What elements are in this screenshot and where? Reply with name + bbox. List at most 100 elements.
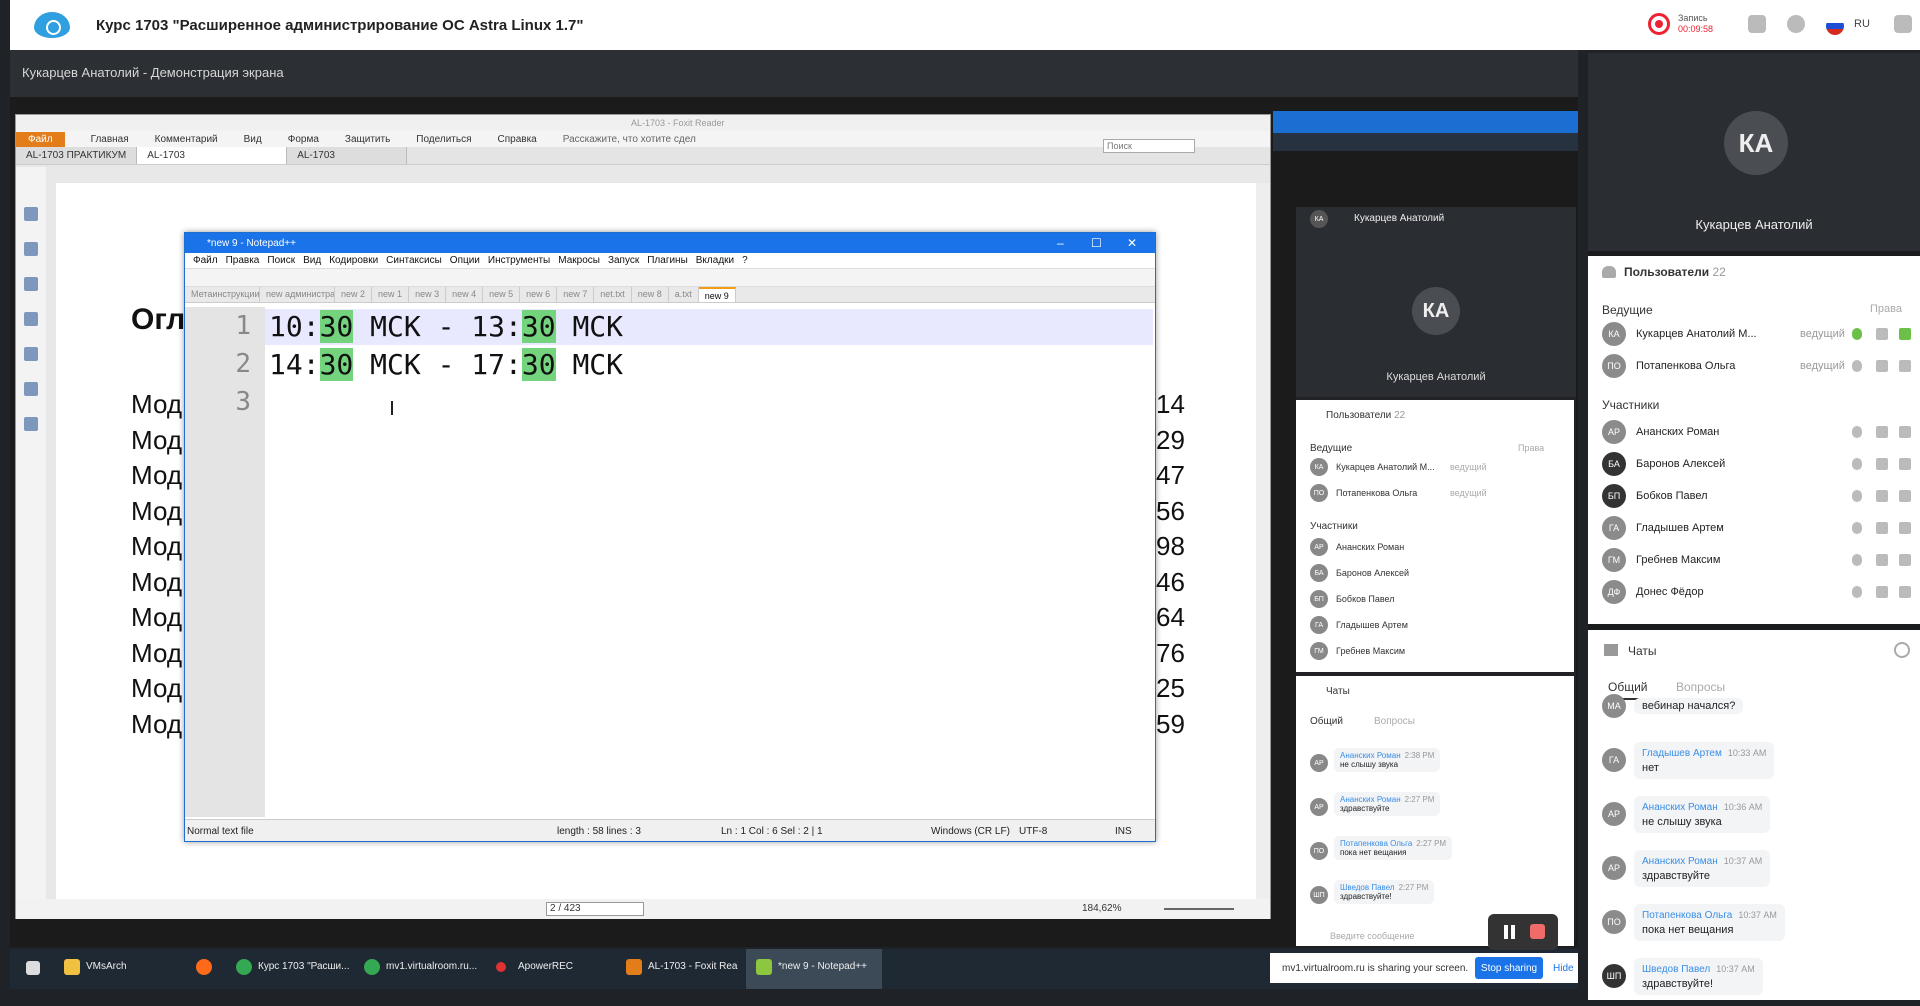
notepad-menu-item[interactable]: Запуск xyxy=(608,255,639,266)
user-row[interactable]: ГА Гладышев Артем xyxy=(1310,616,1560,634)
microphone-icon[interactable] xyxy=(1852,328,1862,340)
foxit-tab-practicum[interactable]: AL-1703 ПРАКТИКУМ xyxy=(16,147,138,164)
foxit-menu-home[interactable]: Главная xyxy=(91,134,129,145)
notepad-tab[interactable]: net.txt xyxy=(594,287,632,302)
notepad-tab[interactable]: new 5 xyxy=(483,287,521,302)
foxit-tell-me[interactable]: Расскажите, что хотите сдел xyxy=(563,134,696,145)
task-apowerrec[interactable]: ApowerREC xyxy=(518,961,573,972)
screen-icon[interactable] xyxy=(1899,522,1911,534)
notepad-menu-item[interactable]: Синтаксисы xyxy=(386,255,442,266)
microphone-icon[interactable] xyxy=(1852,490,1862,502)
code-line[interactable]: 10:30 МСК - 13:30 МСК xyxy=(269,309,623,345)
task-vmsarch[interactable]: VMsArch xyxy=(86,961,127,972)
task-notepad[interactable]: *new 9 - Notepad++ xyxy=(778,961,867,972)
notepad-tab[interactable]: new 2 xyxy=(335,287,373,302)
code-line[interactable]: 14:30 МСК - 17:30 МСК xyxy=(269,347,623,383)
notepad-tab[interactable]: new 4 xyxy=(446,287,484,302)
user-row[interactable]: ГА Гладышев Артем xyxy=(1602,516,1911,540)
microphone-icon[interactable] xyxy=(1852,426,1862,438)
user-row[interactable]: БА Баронов Алексей xyxy=(1310,564,1560,582)
mid-chat-tab-general[interactable]: Общий xyxy=(1310,716,1343,727)
user-row[interactable]: БП Бобков Павел xyxy=(1602,484,1911,508)
camera-icon[interactable] xyxy=(1876,586,1888,598)
zoom-slider[interactable] xyxy=(1164,908,1234,910)
camera-icon[interactable] xyxy=(1876,426,1888,438)
notepad-menu-item[interactable]: Инструменты xyxy=(488,255,550,266)
notepad-tab[interactable]: new 8 xyxy=(632,287,669,302)
layers-icon[interactable] xyxy=(24,277,38,291)
mid-chat-tab-questions[interactable]: Вопросы xyxy=(1374,716,1415,727)
notepad-icon[interactable] xyxy=(756,959,772,975)
foxit-scrollbar[interactable] xyxy=(1256,183,1270,899)
user-row[interactable]: КА Кукарцев Анатолий М... ведущий xyxy=(1602,322,1911,346)
chrome-icon[interactable] xyxy=(364,959,380,975)
camera-icon[interactable] xyxy=(1876,458,1888,470)
user-row[interactable]: АР Ананских Роман xyxy=(1310,538,1560,556)
notepad-tab[interactable]: new 6 xyxy=(520,287,558,302)
screen-icon[interactable] xyxy=(1899,328,1911,340)
task-foxit[interactable]: AL-1703 - Foxit Rea xyxy=(648,961,738,972)
record-app-icon[interactable] xyxy=(496,962,506,972)
foxit-icon[interactable] xyxy=(626,959,642,975)
user-row[interactable]: ГМ Гребнев Максим xyxy=(1310,642,1560,660)
notepad-tab[interactable]: new 1 xyxy=(372,287,410,302)
foxit-menu-help[interactable]: Справка xyxy=(498,134,537,145)
user-row[interactable]: ПО Потапенкова Ольга ведущий xyxy=(1310,484,1560,502)
notepad-menu-item[interactable]: Вкладки xyxy=(696,255,734,266)
screen-icon[interactable] xyxy=(1899,426,1911,438)
foxit-menu-comment[interactable]: Комментарий xyxy=(155,134,218,145)
maximize-icon[interactable]: ☐ xyxy=(1091,236,1102,250)
notepad-tab[interactable]: new администрации.txt xyxy=(260,287,335,302)
lock-icon[interactable] xyxy=(24,382,38,396)
pages-icon[interactable] xyxy=(24,242,38,256)
notepad-menu-item[interactable]: Опции xyxy=(450,255,480,266)
microphone-icon[interactable] xyxy=(1852,458,1862,470)
user-row[interactable]: БП Бобков Павел xyxy=(1310,590,1560,608)
camera-icon[interactable] xyxy=(1876,490,1888,502)
minimize-icon[interactable]: – xyxy=(1057,236,1064,250)
camera-icon[interactable] xyxy=(1876,554,1888,566)
microphone-icon[interactable] xyxy=(1852,522,1862,534)
info-icon[interactable] xyxy=(1787,15,1805,33)
foxit-menu-view[interactable]: Вид xyxy=(244,134,262,145)
notepad-menu-item[interactable]: ? xyxy=(742,255,748,266)
signature-icon[interactable] xyxy=(24,417,38,431)
comments-icon[interactable] xyxy=(24,312,38,326)
notepad-menu-item[interactable]: Макросы xyxy=(558,255,600,266)
foxit-menu-protect[interactable]: Защитить xyxy=(345,134,390,145)
notepad-tab[interactable]: a.txt xyxy=(669,287,699,302)
folder-icon[interactable] xyxy=(1748,15,1766,33)
screen-icon[interactable] xyxy=(1899,554,1911,566)
notepad-menu-item[interactable]: Кодировки xyxy=(329,255,378,266)
editor[interactable]: 1 10:30 МСК - 13:30 МСК 2 14:30 МСК - 17:30… xyxy=(185,307,1155,817)
microphone-icon[interactable] xyxy=(1852,554,1862,566)
user-row[interactable]: АР Ананских Роман xyxy=(1602,420,1911,444)
zoom-level[interactable]: 184,62% xyxy=(1082,903,1121,914)
page-number-input[interactable]: 2 / 423 xyxy=(546,902,644,916)
notepad-menu-item[interactable]: Плагины xyxy=(647,255,688,266)
foxit-search-input[interactable] xyxy=(1103,139,1195,153)
firefox-icon[interactable] xyxy=(196,959,212,975)
folder-icon[interactable] xyxy=(64,959,80,975)
screen-icon[interactable] xyxy=(1899,586,1911,598)
language-flag-icon[interactable] xyxy=(1826,17,1844,35)
microphone-icon[interactable] xyxy=(1852,586,1862,598)
microphone-icon[interactable] xyxy=(1852,360,1862,372)
user-row[interactable]: ПО Потапенкова Ольга ведущий xyxy=(1602,354,1911,378)
foxit-menu-form[interactable]: Форма xyxy=(288,134,319,145)
settings-icon[interactable] xyxy=(1894,642,1910,658)
foxit-menu-file[interactable]: Файл xyxy=(16,131,65,147)
camera-icon[interactable] xyxy=(1876,360,1888,372)
screen-icon[interactable] xyxy=(1899,360,1911,372)
notepad-tab[interactable]: new 9 xyxy=(698,287,736,302)
notepad-menu-item[interactable]: Вид xyxy=(303,255,321,266)
foxit-menu-share[interactable]: Поделиться xyxy=(416,134,471,145)
exit-icon[interactable] xyxy=(1894,15,1912,33)
camera-icon[interactable] xyxy=(1876,522,1888,534)
notepad-tab[interactable]: new 3 xyxy=(409,287,447,302)
attachment-icon[interactable] xyxy=(24,347,38,361)
notepad-menu-item[interactable]: Поиск xyxy=(267,255,295,266)
notepad-menu-item[interactable]: Файл xyxy=(193,255,218,266)
notepad-tab[interactable]: МетаинструкцииALDPar.txt xyxy=(185,287,260,302)
right-chat-tab-questions[interactable]: Вопросы xyxy=(1676,680,1725,694)
